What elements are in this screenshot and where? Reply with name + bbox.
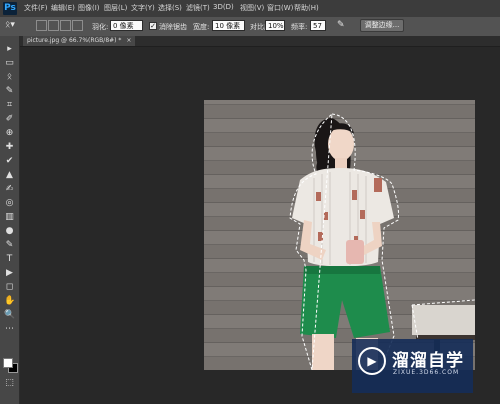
eyedropper-tool-icon[interactable]: ✐ bbox=[4, 114, 15, 125]
menu-type[interactable]: 文字(Y) bbox=[131, 3, 155, 13]
dodge-tool-icon[interactable]: ● bbox=[4, 226, 15, 237]
frequency-label: 频率: bbox=[291, 23, 308, 31]
crop-tool-icon[interactable]: ⌗ bbox=[4, 100, 15, 111]
marquee-tool-icon[interactable]: ▭ bbox=[4, 58, 15, 69]
left-leg bbox=[312, 334, 334, 370]
clone-stamp-tool-icon[interactable]: ✔ bbox=[4, 156, 15, 167]
quick-mask-icon[interactable]: ⬚ bbox=[4, 378, 15, 389]
hand-tool-icon[interactable]: ✋ bbox=[4, 296, 15, 307]
table-surface bbox=[412, 305, 475, 335]
menu-edit[interactable]: 编辑(E) bbox=[51, 3, 75, 13]
feather-input[interactable]: 0 像素 bbox=[110, 20, 143, 31]
antialias-label: 消除锯齿 bbox=[159, 23, 187, 31]
add-selection-icon[interactable] bbox=[48, 20, 59, 31]
menu-window[interactable]: 窗口(W) bbox=[267, 3, 293, 13]
rectangle-tool-icon[interactable]: ◻ bbox=[4, 282, 15, 293]
menu-file[interactable]: 文件(F) bbox=[24, 3, 48, 13]
document-tab-bar: picture.jpg @ 66.7%(RGB/8#) * × bbox=[20, 36, 500, 47]
intersect-selection-icon[interactable] bbox=[72, 20, 83, 31]
new-selection-icon[interactable] bbox=[36, 20, 47, 31]
menu-image[interactable]: 图像(I) bbox=[78, 3, 100, 13]
menu-help[interactable]: 帮助(H) bbox=[294, 3, 319, 13]
face bbox=[328, 127, 354, 161]
watermark-url: ZIXUE.3D66.COM bbox=[393, 369, 460, 376]
menu-filter[interactable]: 滤镜(T) bbox=[186, 3, 210, 13]
lasso-tool-icon[interactable]: ᛟ bbox=[4, 72, 15, 83]
subtract-selection-icon[interactable] bbox=[60, 20, 71, 31]
gradient-tool-icon[interactable]: ▥ bbox=[4, 212, 15, 223]
tools-panel: ▸ ▭ ᛟ ✎ ⌗ ✐ ⊕ ✚ ✔ ▲ ✍ ◎ ▥ ● ✎ T ▶ ◻ ✋ 🔍 … bbox=[0, 36, 20, 404]
options-bar: ᛟ▾ 羽化: 0 像素 ✓ 消除锯齿 宽度: 10 像素 对比度: 10% 频率… bbox=[0, 17, 500, 37]
move-tool-icon[interactable]: ▸ bbox=[4, 44, 15, 55]
menu-3d[interactable]: 3D(D) bbox=[213, 3, 234, 11]
eraser-tool-icon[interactable]: ✍ bbox=[4, 184, 15, 195]
refine-edge-button[interactable]: 调整边缘... bbox=[360, 19, 404, 32]
foreground-color-swatch[interactable] bbox=[3, 358, 13, 368]
pen-tool-icon[interactable]: ✎ bbox=[4, 240, 15, 251]
watermark-play-icon: ▶ bbox=[358, 347, 386, 375]
watermark-name: 溜溜自学 bbox=[392, 351, 464, 371]
document-tab[interactable]: picture.jpg @ 66.7%(RGB/8#) * × bbox=[23, 36, 136, 46]
close-icon[interactable]: × bbox=[126, 37, 131, 44]
brush-tool-icon[interactable]: ✚ bbox=[4, 142, 15, 153]
healing-brush-tool-icon[interactable]: ⊕ bbox=[4, 128, 15, 139]
photoshop-logo: Ps bbox=[3, 2, 17, 15]
path-selection-tool-icon[interactable]: ▶ bbox=[4, 268, 15, 279]
pink-phone bbox=[346, 240, 364, 264]
feather-label: 羽化: bbox=[92, 23, 109, 31]
frequency-input[interactable]: 57 bbox=[310, 20, 326, 31]
type-tool-icon[interactable]: T bbox=[4, 254, 15, 265]
history-brush-tool-icon[interactable]: ▲ bbox=[4, 170, 15, 181]
menu-bar: Ps 文件(F) 编辑(E) 图像(I) 图层(L) 文字(Y) 选择(S) 滤… bbox=[0, 0, 500, 18]
blur-tool-icon[interactable]: ◎ bbox=[4, 198, 15, 209]
menu-layer[interactable]: 图层(L) bbox=[104, 3, 127, 13]
antialias-checkbox[interactable]: ✓ bbox=[149, 22, 157, 30]
waistband bbox=[304, 266, 380, 274]
canvas-photo[interactable] bbox=[204, 100, 475, 370]
width-label: 宽度: bbox=[193, 23, 210, 31]
width-input[interactable]: 10 像素 bbox=[212, 20, 245, 31]
quick-selection-tool-icon[interactable]: ✎ bbox=[4, 86, 15, 97]
photo-illustration bbox=[289, 112, 475, 370]
edit-toolbar-icon[interactable]: ⋯ bbox=[4, 324, 15, 335]
menu-select[interactable]: 选择(S) bbox=[158, 3, 182, 13]
menu-view[interactable]: 视图(V) bbox=[240, 3, 264, 13]
zoom-tool-icon[interactable]: 🔍 bbox=[4, 310, 15, 321]
green-shorts bbox=[300, 266, 390, 338]
contrast-input[interactable]: 10% bbox=[265, 20, 285, 31]
pen-pressure-icon[interactable]: ✎ bbox=[337, 20, 345, 30]
lasso-tool-preset-icon[interactable]: ᛟ▾ bbox=[5, 20, 15, 30]
document-title: picture.jpg @ 66.7%(RGB/8#) * bbox=[27, 37, 122, 44]
